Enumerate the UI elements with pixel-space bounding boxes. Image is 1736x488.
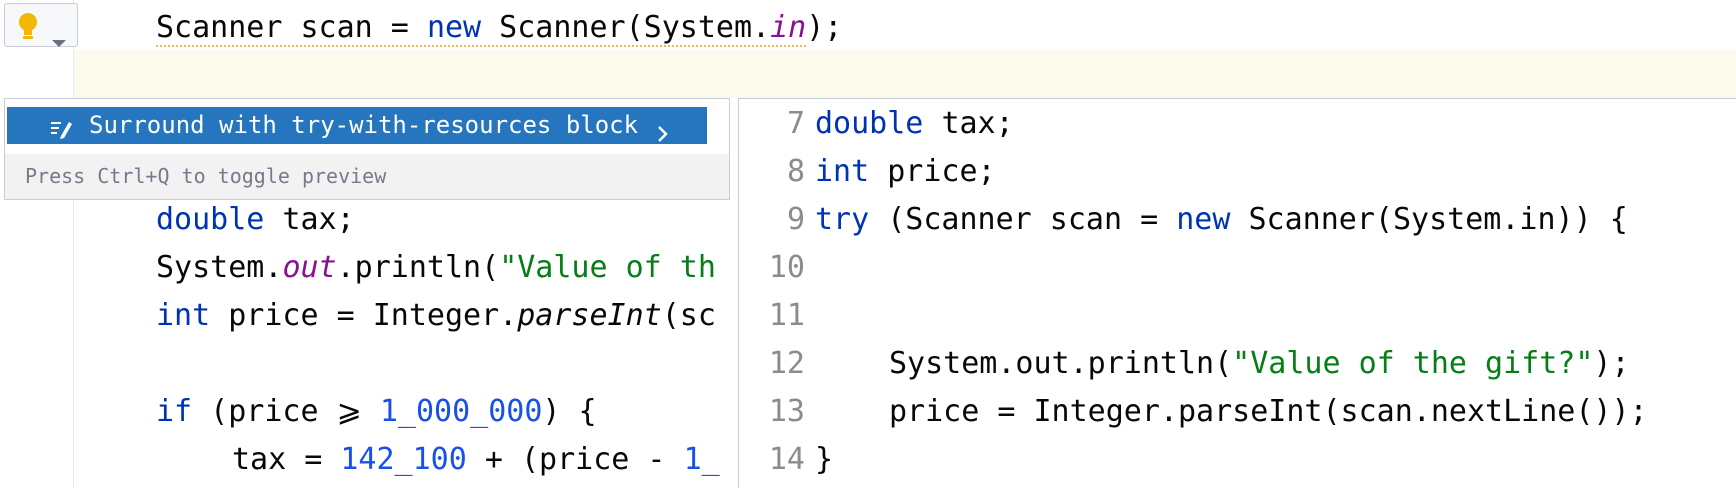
lightbulb-icon xyxy=(17,12,39,48)
preview-code: try (Scanner scan = new Scanner(System.i… xyxy=(815,202,1628,237)
code-line-scanner[interactable]: Scanner scan = new Scanner(System.in); xyxy=(156,4,842,52)
preview-code: int price; xyxy=(815,154,996,189)
preview-code: double tax; xyxy=(815,106,1014,141)
caret-row-highlight xyxy=(74,50,1736,98)
intention-actions-button[interactable] xyxy=(4,3,78,47)
preview-code: } xyxy=(815,442,834,477)
toggle-preview-hint: Press Ctrl+Q to toggle preview xyxy=(25,164,387,188)
preview-line-number: 9 xyxy=(786,202,805,237)
preview-line-9: 9 try (Scanner scan = new Scanner(System.… xyxy=(739,196,1736,244)
preview-line-11: 11 xyxy=(739,292,1736,340)
preview-line-number: 13 xyxy=(768,394,805,429)
preview-line-number: 12 xyxy=(768,346,805,381)
preview-line-13: 13 price = Integer.parseInt(scan.nextLine… xyxy=(739,388,1736,436)
code-line-double-tax[interactable]: double tax; xyxy=(156,196,355,244)
code-line-tax[interactable]: tax = 142_100 + (price - 1_ xyxy=(232,436,720,484)
preview-code: System.out.println("Value of the gift?")… xyxy=(889,346,1630,381)
code-line-println[interactable]: System.out.println("Value of th xyxy=(156,244,716,292)
preview-line-number: 7 xyxy=(786,106,805,141)
surround-try-with-resources-item[interactable]: Surround with try-with-resources block xyxy=(7,107,707,144)
intention-preview-panel: 7 double tax; 8 int price; 9 try (Scanner sca… xyxy=(738,98,1736,488)
preview-line-number: 14 xyxy=(768,442,805,477)
preview-line-number: 8 xyxy=(786,154,805,189)
chevron-down-icon xyxy=(51,22,67,57)
preview-line-number: 11 xyxy=(768,298,805,333)
preview-line-14: 14} xyxy=(739,436,1736,484)
intention-item-label: Surround with try-with-resources block xyxy=(89,111,639,139)
preview-line-number: 10 xyxy=(768,250,805,285)
preview-line-12: 12 System.out.println("Value of the gift?… xyxy=(739,340,1736,388)
preview-code: price = Integer.parseInt(scan.nextLine()… xyxy=(889,394,1648,429)
preview-line-10: 10 xyxy=(739,244,1736,292)
intention-popup: Surround with try-with-resources block P… xyxy=(4,98,730,200)
intention-popup-footer: Press Ctrl+Q to toggle preview xyxy=(5,154,729,199)
preview-line-7: 7 double tax; xyxy=(739,100,1736,148)
code-line-int-price[interactable]: int price = Integer.parseInt(sc xyxy=(156,292,716,340)
preview-line-8: 8 int price; xyxy=(739,148,1736,196)
edit-icon xyxy=(49,114,73,151)
code-line-if[interactable]: if (price ⩾ 1_000_000) { xyxy=(156,388,597,436)
chevron-right-icon[interactable] xyxy=(657,117,669,154)
